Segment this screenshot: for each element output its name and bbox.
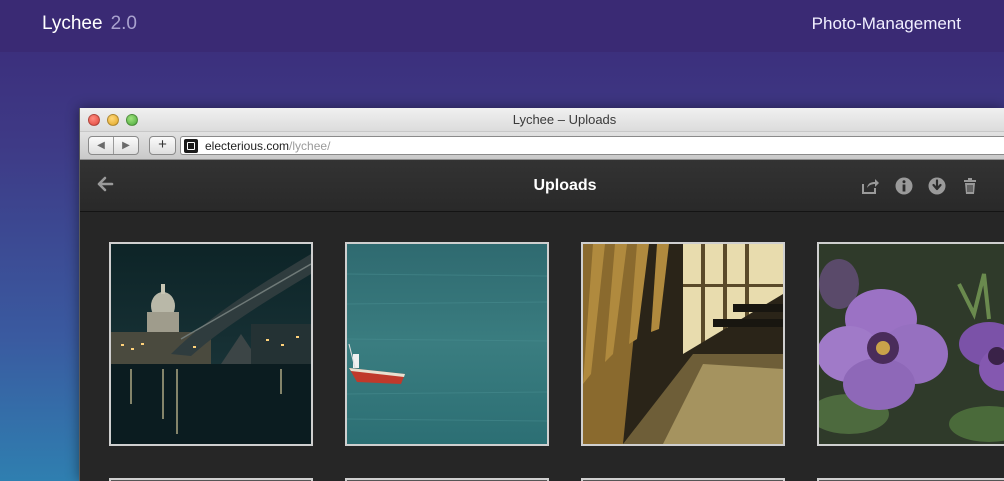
site-tagline: Photo-Management xyxy=(811,14,961,33)
brand-version: 2.0 xyxy=(110,13,137,34)
url-path: /lychee/ xyxy=(289,139,331,153)
browser-toolbar: ◀ ▶ + electerious.com/lychee/ xyxy=(80,132,1004,160)
new-tab-button[interactable]: + xyxy=(149,136,176,155)
photo-thumbnail[interactable] xyxy=(345,242,549,446)
site-header: Lychee 2.0 Photo-Management xyxy=(0,0,1004,52)
address-bar[interactable]: electerious.com/lychee/ xyxy=(180,136,1004,155)
nav-buttons: ◀ ▶ xyxy=(88,136,139,155)
browser-back-button[interactable]: ◀ xyxy=(89,137,114,154)
share-icon[interactable] xyxy=(860,176,880,196)
brand-name: Lychee xyxy=(42,13,103,34)
info-icon[interactable] xyxy=(894,176,914,196)
photo-thumbnail[interactable] xyxy=(581,242,785,446)
window-titlebar[interactable]: Lychee – Uploads xyxy=(80,108,1004,132)
url-domain: electerious.com xyxy=(205,139,290,153)
site-brand[interactable]: Lychee 2.0 xyxy=(42,13,137,35)
site-favicon-icon xyxy=(184,139,198,153)
browser-window: Lychee – Uploads ◀ ▶ + electerious.com/l… xyxy=(79,108,1004,481)
album-header: Uploads xyxy=(80,160,1004,212)
window-title: Lychee – Uploads xyxy=(512,112,617,127)
photo-thumbnail[interactable] xyxy=(817,242,1004,446)
browser-forward-button[interactable]: ▶ xyxy=(114,137,138,154)
url-text: electerious.com/lychee/ xyxy=(205,139,330,153)
photo-thumbnail[interactable] xyxy=(109,242,313,446)
download-icon[interactable] xyxy=(927,176,947,196)
trash-icon[interactable] xyxy=(960,176,980,196)
